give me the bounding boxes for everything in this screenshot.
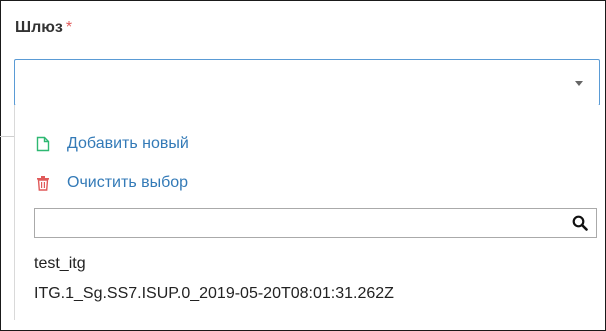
- clear-selection-label: Очистить выбор: [67, 174, 189, 191]
- required-marker: *: [65, 19, 73, 36]
- dropdown-option[interactable]: ITG.1_Sg.SS7.ISUP.0_2019-05-20T08:01:31.…: [34, 285, 394, 303]
- clear-selection-action[interactable]: Очистить выбор: [36, 172, 188, 194]
- gateway-field-label: Шлюз *: [15, 19, 72, 37]
- add-new-action[interactable]: Добавить новый: [36, 133, 189, 155]
- dropdown-search-input[interactable]: [35, 209, 567, 237]
- caret-down-icon[interactable]: [575, 81, 583, 86]
- gateway-dropdown-panel: Добавить новый Очистить выбор test_itg I…: [14, 105, 603, 320]
- gateway-select[interactable]: [14, 59, 600, 106]
- file-icon: [36, 136, 50, 152]
- gateway-label-text: Шлюз: [15, 19, 63, 36]
- search-icon[interactable]: [572, 215, 588, 231]
- dropdown-option[interactable]: test_itg: [34, 255, 86, 273]
- trash-icon: [36, 175, 50, 191]
- dropdown-search-box: [34, 208, 597, 238]
- divider: [0, 136, 15, 137]
- add-new-label: Добавить новый: [67, 135, 189, 152]
